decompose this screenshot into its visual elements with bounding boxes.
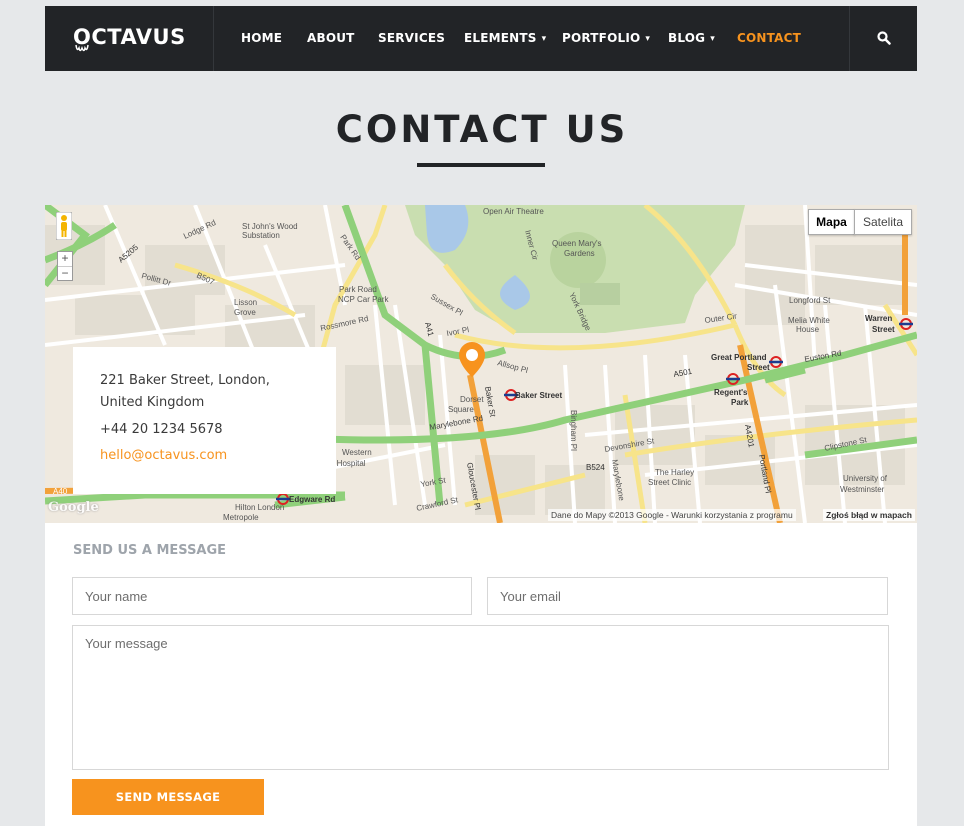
chevron-down-icon: ▾ <box>541 34 547 44</box>
email-link[interactable]: hello@octavus.com <box>100 448 227 463</box>
map-label: Western <box>342 448 372 457</box>
title-underline <box>417 163 545 167</box>
map-label: Baker St <box>483 386 497 419</box>
map-label: A40 <box>53 487 68 496</box>
map-label: Marylebone Rd <box>429 414 484 432</box>
nav-portfolio[interactable]: PORTFOLIO ▾ <box>562 31 650 45</box>
chevron-down-icon: ▾ <box>710 34 715 44</box>
map-label: Longford St <box>789 296 831 305</box>
nav-elements-label: ELEMENTS <box>464 31 537 45</box>
page-title: CONTACT US <box>335 108 629 151</box>
map-label: Square <box>448 405 474 414</box>
map-label: Street <box>747 363 770 372</box>
pegman-icon[interactable] <box>56 212 72 240</box>
map-attribution[interactable]: Dane do Mapy ©2013 Google - Warunki korz… <box>548 509 796 521</box>
address-line2: United Kingdom <box>100 395 205 410</box>
map-label: Melia White <box>788 316 830 325</box>
map-label: Rossmore Rd <box>320 314 370 333</box>
phone-number: +44 20 1234 5678 <box>100 422 223 437</box>
nav-home[interactable]: HOME <box>241 31 282 45</box>
map-label: A501 <box>673 367 694 379</box>
map-label: Great Portland <box>711 353 767 362</box>
address-line1: 221 Baker Street, London, <box>100 373 270 388</box>
map-label: Lisson <box>234 298 257 307</box>
map-label: Park Road <box>339 285 377 294</box>
map-label: Grove <box>234 308 256 317</box>
map-label: Open Air Theatre <box>483 207 544 216</box>
map-label: Metropole <box>223 513 259 522</box>
brand-logo[interactable]: OCTAVUS <box>73 25 186 49</box>
map-type-map-button[interactable]: Mapa <box>808 209 855 235</box>
search-icon <box>877 31 891 45</box>
map-label: University of <box>843 474 888 483</box>
nav-services[interactable]: SERVICES <box>378 31 445 45</box>
top-navbar: OCTAVUS HOME ABOUT SERVICES ELEMENTS ▾ PO… <box>45 6 917 71</box>
map-label: Street Clinic <box>648 478 691 487</box>
map-report-link[interactable]: Zgłoś błąd w mapach <box>823 509 915 521</box>
map-label: Street <box>872 325 895 334</box>
zoom-out-button[interactable]: − <box>58 266 72 281</box>
map-label: Allsop Pl <box>496 358 529 375</box>
map-label: Sussex Pl <box>429 292 464 318</box>
map-label: House <box>796 325 820 334</box>
zoom-control: + − <box>57 251 73 281</box>
map-label: Edgware Rd <box>289 495 335 504</box>
search-button[interactable] <box>849 6 917 71</box>
map-label: Park <box>731 398 749 407</box>
map-label: The Harley <box>655 468 694 477</box>
map-label: Bingham Pl <box>569 410 578 451</box>
contact-info-box: 221 Baker Street, London, United Kingdom… <box>73 347 336 494</box>
chevron-down-icon: ▾ <box>645 34 651 44</box>
map-label: York St <box>420 476 447 489</box>
nav-about[interactable]: ABOUT <box>307 31 355 45</box>
zoom-in-button[interactable]: + <box>58 252 72 266</box>
form-heading: SEND US A MESSAGE <box>73 543 227 558</box>
map-label: Dorset <box>460 395 484 404</box>
nav-elements[interactable]: ELEMENTS ▾ <box>464 31 546 45</box>
nav-blog[interactable]: BLOG ▾ <box>668 31 715 45</box>
map-label: A41 <box>423 321 436 338</box>
google-logo[interactable]: Google <box>48 500 99 515</box>
nav-contact[interactable]: CONTACT <box>737 31 801 45</box>
name-input[interactable] <box>72 577 472 615</box>
map-label: Baker Street <box>515 391 562 400</box>
brand-name: OCTAVUS <box>73 25 186 49</box>
message-textarea[interactable] <box>72 625 889 770</box>
email-input[interactable] <box>487 577 888 615</box>
map-label: Queen Mary's <box>552 239 602 248</box>
octopus-icon <box>75 44 89 52</box>
location-pin-icon[interactable] <box>459 342 485 377</box>
map-label: Hilton London <box>235 503 284 512</box>
map-label: B524 <box>586 463 605 472</box>
map-label: Warren <box>865 314 892 323</box>
nav-portfolio-label: PORTFOLIO <box>562 31 641 45</box>
nav-blog-label: BLOG <box>668 31 706 45</box>
map-label: NCP Car Park <box>338 295 390 304</box>
map-label: Westminster <box>840 485 885 494</box>
map-label: Regent's <box>714 388 748 397</box>
map-label: Substation <box>242 231 280 240</box>
send-message-button[interactable]: SEND MESSAGE <box>72 779 264 815</box>
map-label: St John's Wood <box>242 222 298 231</box>
map-type-satellite-button[interactable]: Satelita <box>854 209 912 235</box>
map-label: Gardens <box>564 249 595 258</box>
